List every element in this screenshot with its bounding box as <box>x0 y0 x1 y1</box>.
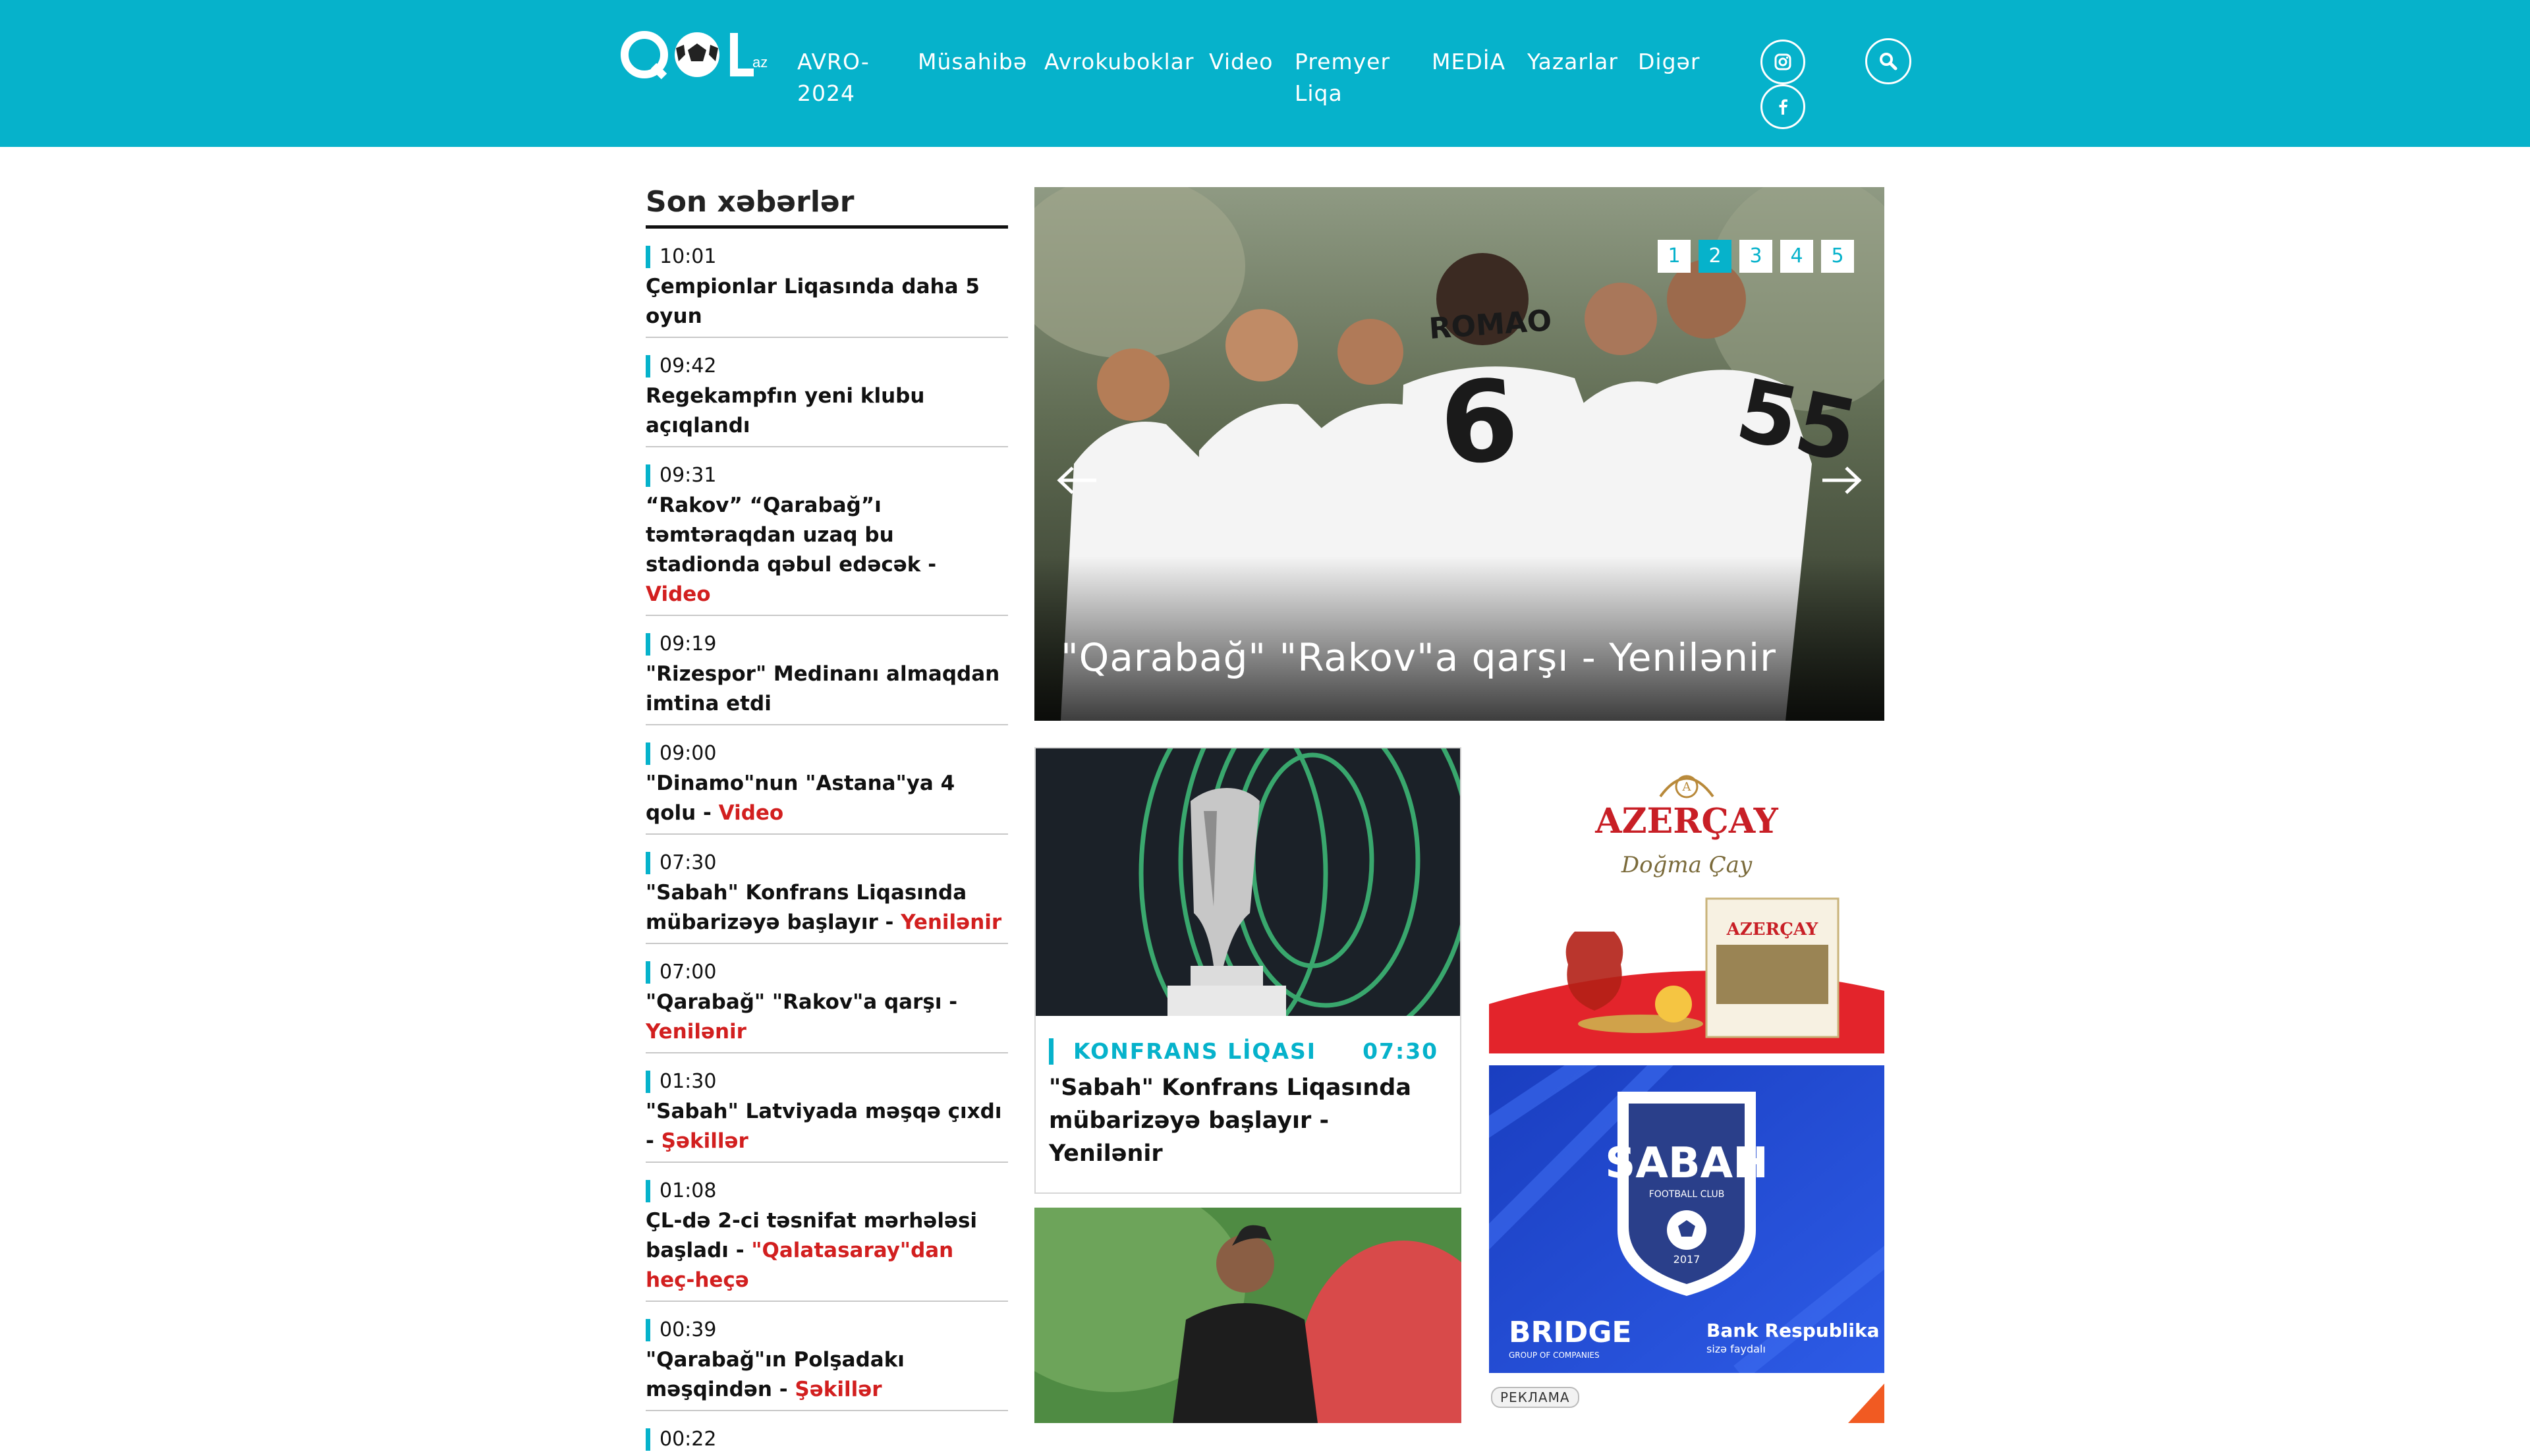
news-time: 01:30 <box>646 1071 1008 1093</box>
news-item[interactable]: 07:00 "Qarabağ" "Rakov"a qarşı - Yenilən… <box>646 944 1008 1053</box>
news-tag: Video <box>718 801 784 825</box>
card-title[interactable]: "Sabah" Konfrans Liqasında mübarizəyə ba… <box>1049 1071 1444 1170</box>
slider-page-4[interactable]: 4 <box>1780 240 1813 273</box>
sabah-brand: SABAH <box>1605 1139 1768 1188</box>
featured-slider[interactable]: ROMAO 6 55 1 2 3 4 5 "Qarabağ" "Rakov"a … <box>1034 187 1884 721</box>
news-card[interactable]: KONFRANS LİQASI 07:30 "Sabah" Konfrans Li… <box>1034 747 1461 1194</box>
news-item[interactable]: 00:22 <box>646 1411 1008 1456</box>
news-time: 01:08 <box>646 1180 1008 1202</box>
news-card-image[interactable] <box>1034 1208 1461 1423</box>
news-title[interactable]: "Qarabağ"ın Polşadakı məşqindən - Şəkill… <box>646 1345 1008 1405</box>
arrow-right-icon[interactable] <box>1820 464 1863 497</box>
news-time: 00:39 <box>646 1319 1008 1341</box>
card-category[interactable]: KONFRANS LİQASI <box>1073 1038 1316 1064</box>
svg-text:A: A <box>1682 780 1692 794</box>
site-logo[interactable]: az <box>619 25 771 84</box>
news-item[interactable]: 09:42 Regekampfın yeni klubu açıqlandı <box>646 338 1008 447</box>
sidebar-title: Son xəbərlər <box>646 185 855 219</box>
site-header: az AVRO- 2024 Müsahibə Avrokuboklar Vide… <box>0 0 2530 147</box>
nav-item-yazarlar[interactable]: Yazarlar <box>1527 46 1618 78</box>
sabah-year: 2017 <box>1673 1253 1701 1266</box>
slider-page-3[interactable]: 3 <box>1739 240 1772 273</box>
news-time: 09:00 <box>646 742 1008 765</box>
nav-item-avro-2024[interactable]: AVRO- 2024 <box>797 46 870 109</box>
sabah-sub: FOOTBALL CLUB <box>1649 1189 1725 1200</box>
news-time: 09:19 <box>646 633 1008 656</box>
bridge-brand: BRIDGE <box>1509 1316 1631 1349</box>
azercay-ad-artwork: A AZERÇAY Doğma Çay AZERÇAY <box>1489 747 1884 1053</box>
news-time: 00:22 <box>646 1428 1008 1451</box>
card-image <box>1036 748 1460 1016</box>
news-tag: Yenilənir <box>646 1020 746 1044</box>
bank-sub: sizə faydalı <box>1706 1343 1766 1355</box>
bank-brand: Bank Respublika <box>1706 1320 1880 1341</box>
news-title[interactable]: "Qarabağ" "Rakov"a qarşı - Yenilənir <box>646 988 1008 1047</box>
news-title[interactable]: Regekampfın yeni klubu açıqlandı <box>646 381 1008 441</box>
news-title[interactable]: "Sabah" Latviyada məşqə çıxdı - Şəkillər <box>646 1097 1008 1156</box>
slider-page-5[interactable]: 5 <box>1821 240 1854 273</box>
nav-item-avrokuboklar[interactable]: Avrokuboklar <box>1044 46 1194 78</box>
news-item[interactable]: 07:30 "Sabah" Konfrans Liqasında mübariz… <box>646 835 1008 944</box>
bridge-sub: GROUP OF COMPANIES <box>1509 1351 1600 1360</box>
news-title[interactable]: "Rizespor" Medinanı almaqdan imtina etdi <box>646 659 1008 719</box>
sabah-ad-artwork: SABAH FOOTBALL CLUB 2017 BRIDGE GROUP OF… <box>1489 1065 1884 1373</box>
search-icon <box>1880 53 1898 70</box>
news-time: 09:42 <box>646 355 1008 378</box>
ad-sabah-bridge[interactable]: SABAH FOOTBALL CLUB 2017 BRIDGE GROUP OF… <box>1489 1065 1884 1373</box>
news-tag: Şəkillər <box>795 1378 882 1401</box>
news-time: 10:01 <box>646 246 1008 268</box>
azercay-brand: AZERÇAY <box>1594 801 1778 841</box>
slider-caption[interactable]: "Qarabağ" "Rakov"a qarşı - Yenilənir <box>1061 635 1776 680</box>
ad-label: РЕКЛАМА <box>1491 1387 1579 1408</box>
card-time: 07:30 <box>1363 1038 1439 1064</box>
latest-news-sidebar: Son xəbərlər 10:01 Çempionlar Liqasında … <box>646 179 1008 1456</box>
news-tag: Şəkillər <box>661 1129 748 1153</box>
news-time: 09:31 <box>646 464 1008 487</box>
nav-item-video[interactable]: Video <box>1209 46 1273 78</box>
news-item[interactable]: 10:01 Çempionlar Liqasında daha 5 oyun <box>646 229 1008 338</box>
news-title[interactable]: "Dinamo"nun "Astana"ya 4 qolu - Video <box>646 769 1008 828</box>
news-item[interactable]: 09:00 "Dinamo"nun "Astana"ya 4 qolu - Vi… <box>646 725 1008 835</box>
azercay-box-brand: AZERÇAY <box>1726 920 1818 939</box>
news-title[interactable]: ÇL-də 2-ci təsnifat mərhələsi başladı - … <box>646 1206 1008 1295</box>
slider-page-2[interactable]: 2 <box>1699 240 1731 273</box>
facebook-button[interactable] <box>1760 84 1805 129</box>
news-title[interactable]: “Rakov” “Qarabağ”ı təmtəraqdan uzaq bu s… <box>646 491 1008 609</box>
instagram-icon <box>1774 53 1791 70</box>
search-button[interactable] <box>1865 38 1911 84</box>
news-item[interactable]: 09:31 “Rakov” “Qarabağ”ı təmtəraqdan uza… <box>646 447 1008 616</box>
news-item[interactable]: 01:08 ÇL-də 2-ci təsnifat mərhələsi başl… <box>646 1163 1008 1302</box>
slider-page-1[interactable]: 1 <box>1658 240 1691 273</box>
news-item[interactable]: 00:39 "Qarabağ"ın Polşadakı məşqindən - … <box>646 1302 1008 1411</box>
jersey-number: 6 <box>1436 355 1523 491</box>
instagram-button[interactable] <box>1760 40 1805 84</box>
news-time: 07:30 <box>646 852 1008 874</box>
arrow-left-icon[interactable] <box>1055 464 1099 497</box>
ad-azercay[interactable]: A AZERÇAY Doğma Çay AZERÇAY <box>1489 747 1884 1053</box>
nav-item-diger[interactable]: Digər <box>1638 46 1700 78</box>
nav-item-media[interactable]: MEDİA <box>1432 46 1505 78</box>
news-item[interactable]: 09:19 "Rizespor" Medinanı almaqdan imtin… <box>646 616 1008 725</box>
news-tag: Video <box>646 582 711 606</box>
nav-item-musahibe[interactable]: Müsahibə <box>918 46 1027 78</box>
news-title[interactable]: "Sabah" Konfrans Liqasında mübarizəyə ba… <box>646 878 1008 938</box>
news-title[interactable]: Çempionlar Liqasında daha 5 oyun <box>646 272 1008 331</box>
nav-item-premyer-liqa[interactable]: Premyer Liqa <box>1295 46 1390 109</box>
card-photo <box>1034 1208 1461 1423</box>
news-time: 07:00 <box>646 961 1008 984</box>
azercay-slogan: Doğma Çay <box>1621 852 1753 878</box>
card-meta: KONFRANS LİQASI 07:30 <box>1049 1038 1438 1065</box>
slider-pagination: 1 2 3 4 5 <box>1658 240 1854 273</box>
news-tag: Yenilənir <box>901 910 1002 934</box>
news-item[interactable]: 01:30 "Sabah" Latviyada məşqə çıxdı - Şə… <box>646 1053 1008 1163</box>
facebook-icon <box>1779 99 1787 115</box>
logo-az-text: az <box>752 54 768 70</box>
